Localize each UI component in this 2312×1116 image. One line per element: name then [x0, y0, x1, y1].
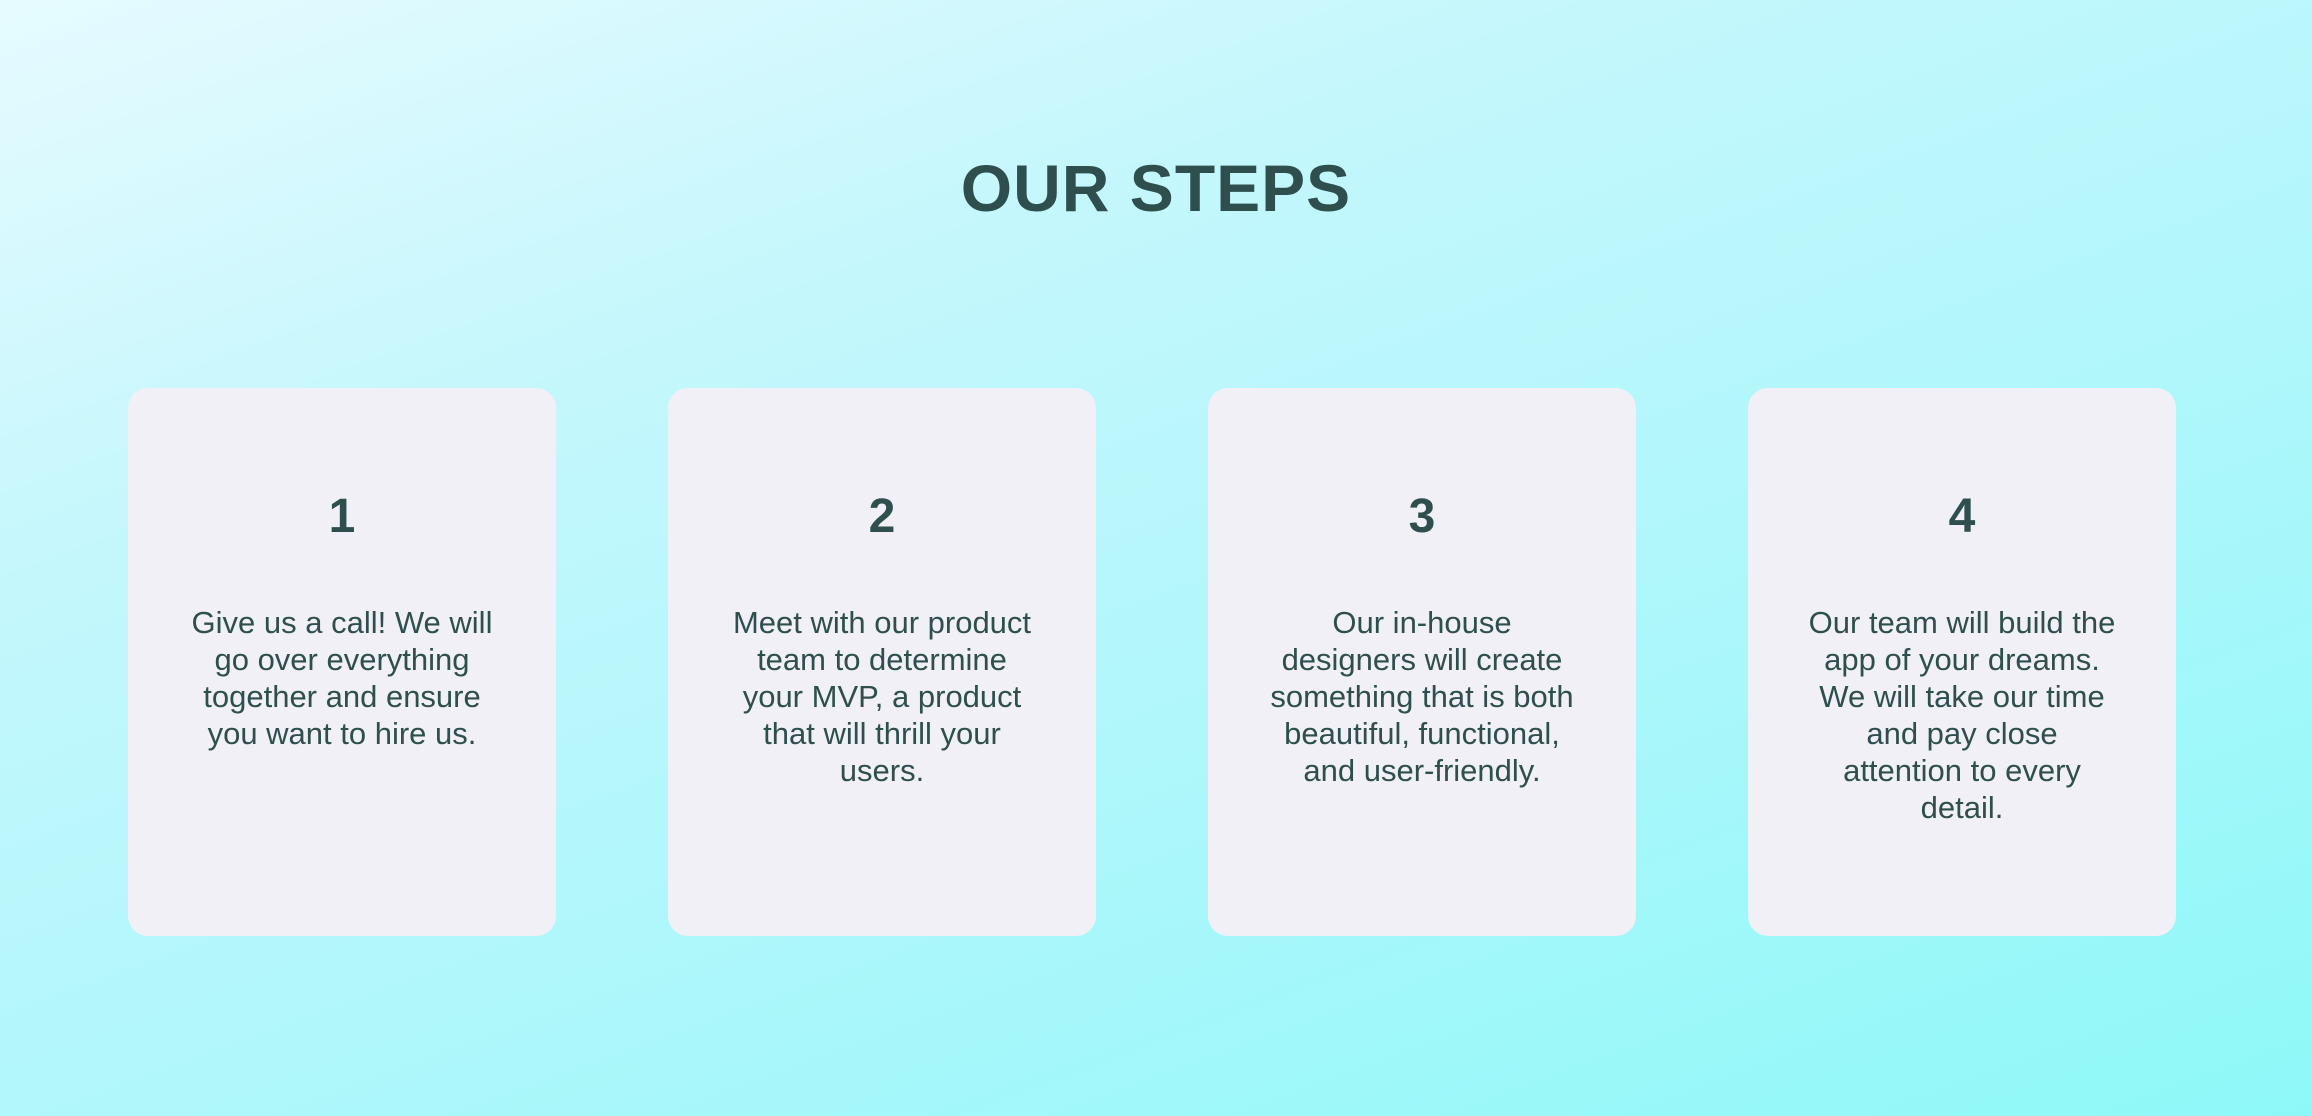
steps-section: OUR STEPS 1 Give us a call! We will go o…	[0, 0, 2312, 1116]
step-number: 3	[1408, 490, 1436, 543]
step-card-3: 3 Our in-house designers will create som…	[1208, 388, 1636, 936]
step-description: Our team will build the app of your drea…	[1808, 605, 2116, 825]
step-card-2: 2 Meet with our product team to determin…	[668, 388, 1096, 936]
step-number: 2	[868, 490, 896, 543]
section-title: OUR STEPS	[960, 151, 1352, 225]
step-number: 4	[1948, 490, 1976, 543]
step-description: Our in-house designers will create somet…	[1270, 605, 1574, 788]
step-description: Give us a call! We will go over everythi…	[191, 605, 493, 751]
step-card-1: 1 Give us a call! We will go over everyt…	[128, 388, 556, 936]
step-card-4: 4 Our team will build the app of your dr…	[1748, 388, 2176, 936]
steps-card-list: 1 Give us a call! We will go over everyt…	[128, 388, 2176, 936]
step-description: Meet with our product team to determine …	[732, 605, 1032, 788]
step-number: 1	[328, 490, 356, 543]
